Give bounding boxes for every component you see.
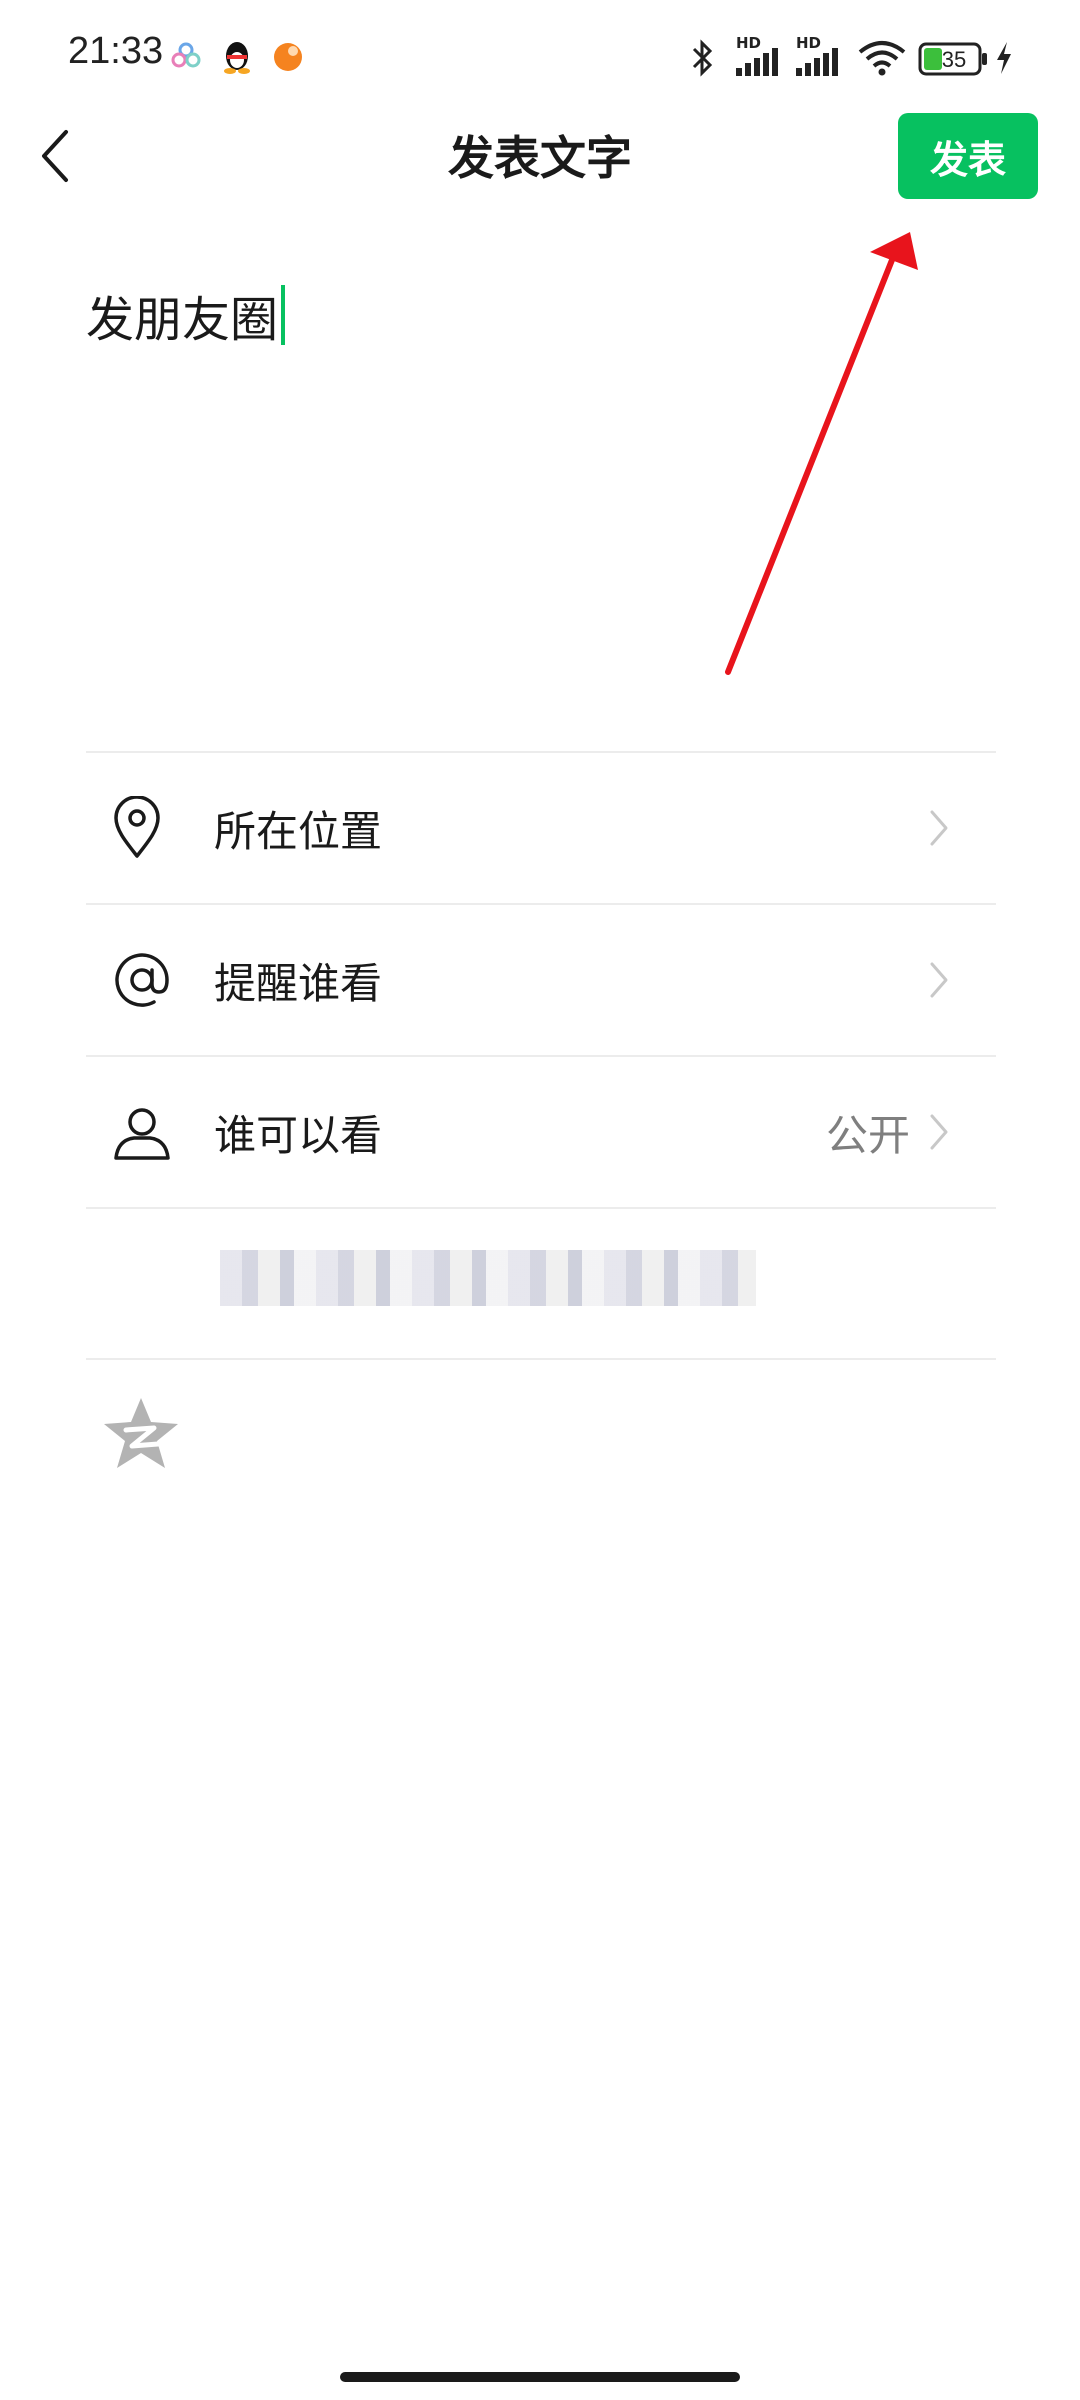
orange-app-icon (274, 43, 302, 71)
qzone-star-icon[interactable] (102, 1396, 180, 1470)
qq-icon (224, 42, 250, 74)
signal-icon (796, 48, 838, 76)
chevron-right-icon (930, 962, 948, 998)
remind-row[interactable]: 提醒谁看 (86, 905, 996, 1055)
publish-button[interactable]: 发表 (898, 113, 1038, 199)
signal-icon (736, 48, 778, 76)
divider (86, 1358, 996, 1360)
home-indicator[interactable] (340, 2372, 740, 2382)
status-time: 21:33 (68, 30, 164, 72)
bluetooth-icon (692, 39, 713, 77)
divider (86, 1207, 996, 1209)
visibility-value: 公开 (825, 1110, 910, 1160)
location-row[interactable]: 所在位置 (86, 753, 996, 903)
text-caret (281, 285, 286, 345)
wifi-icon (858, 41, 906, 76)
charging-icon (997, 42, 1011, 74)
location-pin-icon (114, 796, 160, 858)
user-icon (114, 1108, 170, 1160)
visibility-row[interactable]: 谁可以看 公开 (86, 1057, 996, 1207)
remind-label: 提醒谁看 (214, 958, 383, 1008)
battery-level: 35 (942, 47, 966, 72)
post-text-input[interactable]: 发朋友圈 (86, 280, 286, 350)
blurred-content (220, 1250, 756, 1306)
location-label: 所在位置 (214, 806, 383, 856)
annotation-arrow-icon (725, 232, 918, 675)
visibility-label: 谁可以看 (214, 1110, 383, 1160)
post-text: 发朋友圈 (86, 292, 279, 348)
at-sign-icon (115, 953, 169, 1007)
cloud-app-icon (171, 42, 201, 68)
chevron-right-icon (930, 1114, 948, 1150)
battery-icon: 35 (918, 42, 987, 76)
chevron-right-icon (930, 810, 948, 846)
